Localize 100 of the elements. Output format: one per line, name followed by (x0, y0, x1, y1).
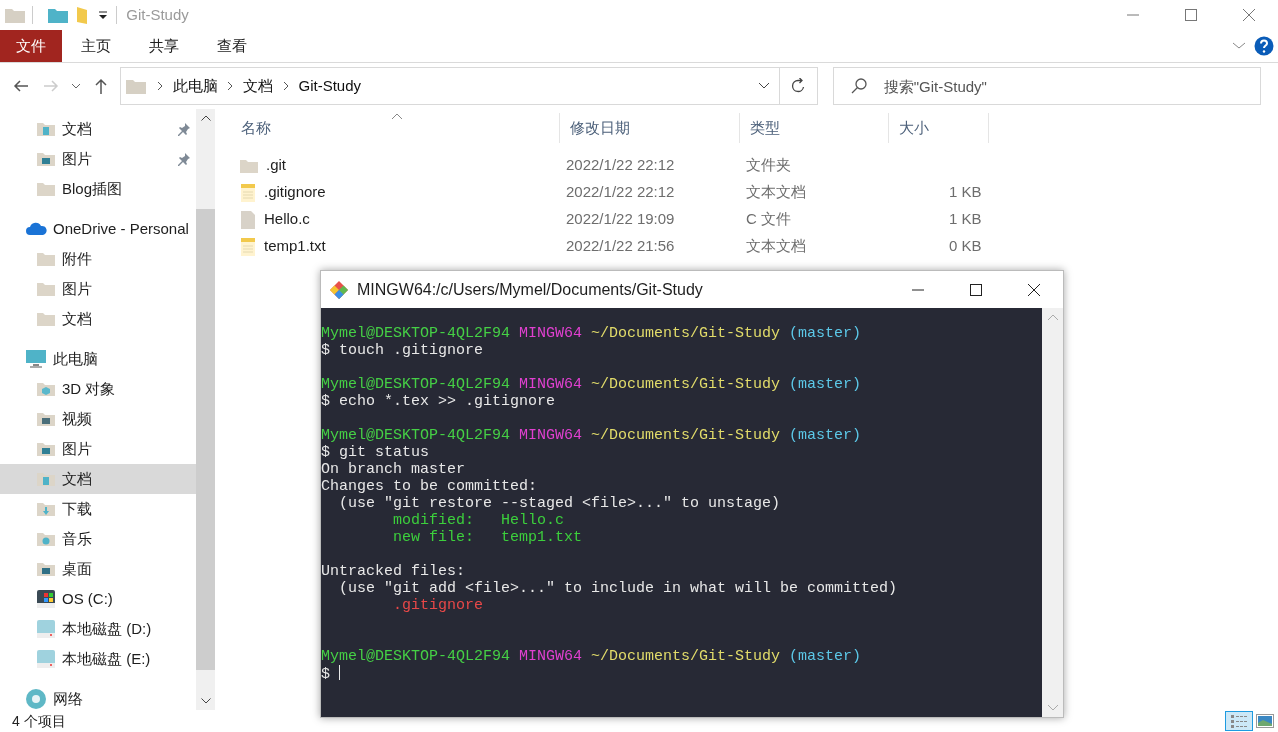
documents-folder-icon (36, 470, 56, 488)
cube-folder-icon (36, 380, 56, 398)
file-icon (238, 209, 257, 230)
sidebar-item[interactable]: OS (C:) (0, 584, 196, 614)
breadcrumb-item[interactable]: 此电脑 (168, 74, 222, 98)
terminal-line: (use "git add <file>..." to include in what will be committed) (338, 580, 898, 597)
chevron-down-icon (757, 82, 770, 90)
terminal-line: Mymel@DESKTOP-4QL2F94 MINGW64 ~/Documents/Git-Study (master) (321, 376, 862, 393)
folder-icon (36, 280, 56, 298)
network-icon (25, 688, 47, 710)
window-title: Git-Study (126, 4, 189, 25)
sidebar-item[interactable]: 此电脑 (0, 344, 196, 374)
sidebar-item[interactable]: 本地磁盘 (D:) (0, 614, 196, 644)
text-file-icon (238, 236, 257, 257)
scroll-down-icon (1045, 703, 1060, 713)
column-header[interactable]: 修改日期 (570, 116, 630, 140)
desktop-folder-icon (36, 560, 56, 578)
chevron-down-icon[interactable] (1230, 41, 1247, 51)
large-icons-view-icon[interactable] (1256, 714, 1275, 728)
ribbon-tab[interactable]: 主页 (62, 30, 130, 62)
folder-icon (36, 250, 56, 268)
minimize-icon (911, 288, 925, 291)
file-name[interactable]: Hello.c (264, 208, 310, 231)
chevron-down-icon (71, 82, 81, 90)
sidebar-item[interactable]: 音乐 (0, 524, 196, 554)
terminal-line: On branch master (321, 461, 466, 478)
breadcrumb-item[interactable]: Git-Study (294, 74, 366, 98)
pictures-folder-icon (36, 150, 56, 168)
file-type: 文本文档 (746, 183, 806, 201)
file-name[interactable]: temp1.txt (264, 235, 326, 258)
drive-icon (36, 589, 56, 609)
column-header[interactable]: 类型 (750, 116, 780, 140)
file-size: 0 KB (948, 237, 982, 255)
sidebar-item[interactable]: 图片 (0, 144, 196, 174)
sidebar-item[interactable]: 视频 (0, 404, 196, 434)
sidebar-item[interactable]: OneDrive - Personal (0, 214, 196, 244)
file-name[interactable]: .git (266, 154, 286, 177)
music-folder-icon (36, 530, 56, 548)
terminal-line: $ touch .gitignore (321, 342, 484, 359)
sidebar-item[interactable]: 网络 (0, 684, 196, 710)
folder-icon (36, 310, 56, 328)
close-icon (1027, 282, 1041, 297)
terminal-line: Mymel@DESKTOP-4QL2F94 MINGW64 ~/Documents/Git-Study (master) (321, 427, 862, 444)
breadcrumb-item[interactable]: 文档 (239, 74, 277, 98)
item-count: 4 个项目 (12, 711, 66, 731)
monitor-icon (25, 349, 47, 369)
diamond-icon (329, 279, 349, 300)
terminal-line: Untracked files: (321, 563, 466, 580)
sidebar-item[interactable]: 文档 (0, 464, 196, 494)
scrollbar[interactable] (196, 109, 215, 710)
file-size: 1 KB (948, 210, 982, 228)
text-file-icon (238, 182, 257, 203)
sidebar-item[interactable]: 桌面 (0, 554, 196, 584)
folder-icon[interactable] (46, 6, 69, 24)
minimize-icon (1126, 14, 1140, 16)
sidebar-item[interactable]: 下载 (0, 494, 196, 524)
sidebar-item[interactable]: 图片 (0, 434, 196, 464)
column-header[interactable]: 大小 (899, 116, 929, 140)
file-date: 2022/1/22 22:12 (566, 183, 675, 201)
file-type: 文本文档 (746, 237, 806, 255)
window-title: MINGW64:/c/Users/Mymel/Documents/Git-Study (357, 279, 703, 300)
file-date: 2022/1/22 22:12 (566, 156, 675, 174)
file-size: 1 KB (948, 183, 982, 201)
folder-icon (124, 77, 147, 95)
address-bar[interactable]: 此电脑 文档 Git-Study (119, 67, 818, 105)
terminal-line: Mymel@DESKTOP-4QL2F94 MINGW64 ~/Documents/Git-Study (master) (321, 648, 862, 665)
scroll-up-icon (1045, 312, 1060, 322)
sidebar-item[interactable]: 图片 (0, 274, 196, 304)
sidebar-item[interactable]: 文档 (0, 304, 196, 334)
sidebar-item[interactable]: 附件 (0, 244, 196, 274)
ribbon-tab[interactable]: 文件 (0, 30, 62, 62)
close-icon (1242, 8, 1256, 22)
terminal-line: $ echo *.tex >> .gitignore (321, 393, 556, 410)
ribbon-tab[interactable]: 查看 (198, 30, 266, 62)
column-header[interactable]: 名称 (241, 116, 271, 140)
terminal-line: Mymel@DESKTOP-4QL2F94 MINGW64 ~/Documents/Git-Study (master) (321, 325, 862, 342)
terminal-line: .gitignore (392, 597, 484, 614)
sidebar-item[interactable]: 3D 对象 (0, 374, 196, 404)
file-date: 2022/1/22 19:09 (566, 210, 675, 228)
folder-icon (4, 6, 26, 24)
sidebar-item[interactable]: 本地磁盘 (E:) (0, 644, 196, 674)
file-type: 文件夹 (746, 156, 791, 174)
terminal-line: (use "git restore --staged <file>..." to unstage) (338, 495, 781, 512)
file-name[interactable]: .gitignore (264, 181, 326, 204)
documents-folder-icon (36, 120, 56, 138)
details-view-icon[interactable] (1224, 711, 1253, 731)
file-date: 2022/1/22 21:56 (566, 237, 675, 255)
scrollbar[interactable] (1042, 308, 1063, 717)
refresh-icon (790, 78, 807, 94)
file-type: C 文件 (746, 210, 791, 228)
drive-icon (36, 649, 56, 669)
terminal-line: new file: temp1.txt (392, 529, 583, 546)
sidebar-item[interactable]: 文档 (0, 114, 196, 144)
search-field[interactable]: 搜索"Git-Study" (832, 67, 1261, 105)
folder-icon[interactable] (76, 5, 88, 25)
search-icon (850, 77, 869, 95)
help-icon[interactable] (1254, 36, 1275, 56)
sidebar-item[interactable]: Blog插图 (0, 174, 196, 204)
ribbon-tab[interactable]: 共享 (130, 30, 198, 62)
terminal-line: Changes to be committed: (321, 478, 538, 495)
